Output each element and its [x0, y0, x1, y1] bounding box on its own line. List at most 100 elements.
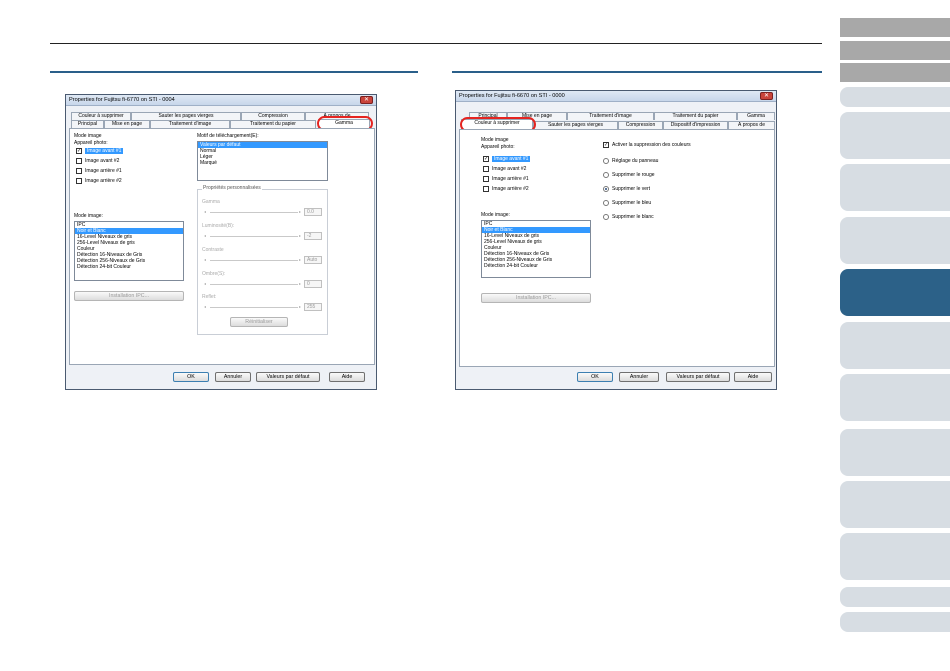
radio-icon[interactable] [603, 200, 609, 206]
slider-value[interactable]: 0.0 [304, 208, 322, 216]
tab-sauter-pages[interactable]: Sauter les pages vierges [533, 121, 618, 129]
installation-ipc-button[interactable]: Installation IPC... [481, 293, 591, 303]
mode-image-list-label: Mode image: [481, 212, 510, 218]
motif-listbox[interactable]: Valeurs par défaut Normal Léger Marqué [197, 141, 328, 181]
nav-tab-9[interactable] [840, 322, 950, 369]
camera-option-3[interactable]: Image arrière #1 [76, 168, 122, 175]
radio-supprimer-bleu[interactable]: Supprimer le bleu [603, 200, 651, 207]
radio-supprimer-vert[interactable]: Supprimer le vert [603, 186, 650, 193]
list-item[interactable]: Marqué [198, 160, 327, 166]
nav-tab-12[interactable] [840, 481, 950, 528]
nav-tab-3[interactable] [840, 63, 950, 82]
tab-traitement-image[interactable]: Traitement d'image [150, 120, 230, 128]
checkbox-checked-icon[interactable]: ✓ [483, 156, 489, 162]
nav-tab-8-active[interactable] [840, 269, 950, 316]
tab-traitement-papier[interactable]: Traitement du papier [654, 112, 737, 120]
activate-suppression-option[interactable]: ✓ Activer la suppression des couleurs [603, 142, 691, 149]
close-button[interactable]: ✕ [760, 92, 773, 100]
nav-tab-11[interactable] [840, 429, 950, 476]
mode-image-label: Mode image [74, 133, 102, 139]
help-button[interactable]: Aide [734, 372, 772, 382]
gamma-slider[interactable] [210, 212, 298, 216]
checkbox-icon[interactable] [76, 158, 82, 164]
tab-traitement-papier[interactable]: Traitement du papier [230, 120, 316, 128]
slider-left-arrow-icon: ◂ [204, 233, 207, 238]
top-rule [50, 43, 822, 44]
tab-compression[interactable]: Compression [241, 112, 305, 120]
tab-compression[interactable]: Compression [618, 121, 663, 129]
nav-tab-4[interactable] [840, 87, 950, 107]
camera-option-1[interactable]: ✓ Image avant #1 [76, 148, 124, 155]
tab-couleur-a-supprimer[interactable]: Couleur à supprimer [71, 112, 131, 120]
camera-label: Image avant #2 [85, 158, 120, 164]
camera-option-4[interactable]: Image arrière #2 [483, 186, 529, 193]
list-item[interactable]: Détection 24-bit Couleur [482, 263, 590, 269]
checkbox-icon[interactable] [483, 176, 489, 182]
camera-option-4[interactable]: Image arrière #2 [76, 178, 122, 185]
highlight-slider[interactable] [210, 307, 298, 311]
tab-principal[interactable]: Principal [71, 120, 104, 128]
installation-ipc-button[interactable]: Installation IPC... [74, 291, 184, 301]
radio-supprimer-rouge[interactable]: Supprimer le rouge [603, 172, 655, 179]
checkbox-checked-icon[interactable]: ✓ [76, 148, 82, 154]
list-item[interactable]: Détection 24-bit Couleur [75, 264, 183, 270]
shadow-slider[interactable] [210, 284, 298, 288]
nav-tab-7[interactable] [840, 217, 950, 264]
ok-button[interactable]: OK [577, 372, 613, 382]
tab-a-propos[interactable]: À propos de [728, 121, 775, 129]
nav-tab-10[interactable] [840, 374, 950, 421]
mode-image-list-label: Mode image: [74, 213, 103, 219]
camera-option-2[interactable]: Image avant #2 [483, 166, 526, 173]
checkbox-checked-icon[interactable]: ✓ [603, 142, 609, 148]
radio-supprimer-blanc[interactable]: Supprimer le blanc [603, 214, 654, 221]
camera-option-1[interactable]: ✓ Image avant #1 [483, 156, 531, 163]
tab-traitement-image[interactable]: Traitement d'image [567, 112, 654, 120]
slider-value[interactable]: Auto [304, 256, 322, 264]
checkbox-icon[interactable] [76, 178, 82, 184]
tab-sauter-pages[interactable]: Sauter les pages vierges [131, 112, 241, 120]
mode-image-listbox[interactable]: IPC Noir et Blanc 16-Level Niveaux de gr… [481, 220, 591, 278]
slider-label: Luminosité(B): [202, 223, 235, 229]
ok-button[interactable]: OK [173, 372, 209, 382]
cancel-button[interactable]: Annuler [215, 372, 251, 382]
dialog-title: Properties for Fujitsu fi-6670 on STI - … [459, 93, 565, 99]
dialog-title: Properties for Fujitsu fi-6770 on STI - … [69, 97, 175, 103]
contrast-slider[interactable] [210, 260, 298, 264]
reset-button[interactable]: Réinitialiser [230, 317, 288, 327]
slider-value[interactable]: 0 [304, 280, 322, 288]
slider-label: Gamma [202, 199, 220, 205]
camera-label: Image arrière #2 [492, 186, 529, 192]
radio-reglage-panneau[interactable]: Réglage du panneau [603, 158, 658, 165]
nav-tab-1[interactable] [840, 18, 950, 37]
nav-tab-13[interactable] [840, 533, 950, 580]
tab-dispositif-impression[interactable]: Dispositif d'impression [663, 121, 728, 129]
radio-selected-icon[interactable] [603, 186, 609, 192]
radio-icon[interactable] [603, 158, 609, 164]
checkbox-icon[interactable] [483, 186, 489, 192]
tab-gamma[interactable]: Gamma [737, 112, 775, 120]
radio-icon[interactable] [603, 214, 609, 220]
slider-right-arrow-icon: ▸ [299, 281, 302, 286]
nav-tab-2[interactable] [840, 41, 950, 60]
close-button[interactable]: ✕ [360, 96, 373, 104]
cancel-button[interactable]: Annuler [619, 372, 659, 382]
defaults-button[interactable]: Valeurs par défaut [256, 372, 320, 382]
appareil-photo-label: Appareil photo: [481, 144, 515, 150]
brightness-slider[interactable] [210, 236, 298, 240]
nav-tab-14[interactable] [840, 587, 950, 607]
nav-tab-5[interactable] [840, 112, 950, 159]
checkbox-icon[interactable] [76, 168, 82, 174]
help-button[interactable]: Aide [329, 372, 365, 382]
camera-option-2[interactable]: Image avant #2 [76, 158, 119, 165]
nav-tab-15[interactable] [840, 612, 950, 632]
mode-image-listbox[interactable]: IPC Noir et Blanc 16-Level Niveaux de gr… [74, 221, 184, 281]
nav-tab-6[interactable] [840, 164, 950, 211]
defaults-button[interactable]: Valeurs par défaut [666, 372, 730, 382]
tab-mise-en-page[interactable]: Mise en page [104, 120, 150, 128]
checkbox-icon[interactable] [483, 166, 489, 172]
slider-value[interactable]: -2 [304, 232, 322, 240]
camera-option-3[interactable]: Image arrière #1 [483, 176, 529, 183]
slider-value[interactable]: 255 [304, 303, 322, 311]
couleur-a-supprimer-dialog: Properties for Fujitsu fi-6670 on STI - … [455, 90, 777, 390]
radio-icon[interactable] [603, 172, 609, 178]
